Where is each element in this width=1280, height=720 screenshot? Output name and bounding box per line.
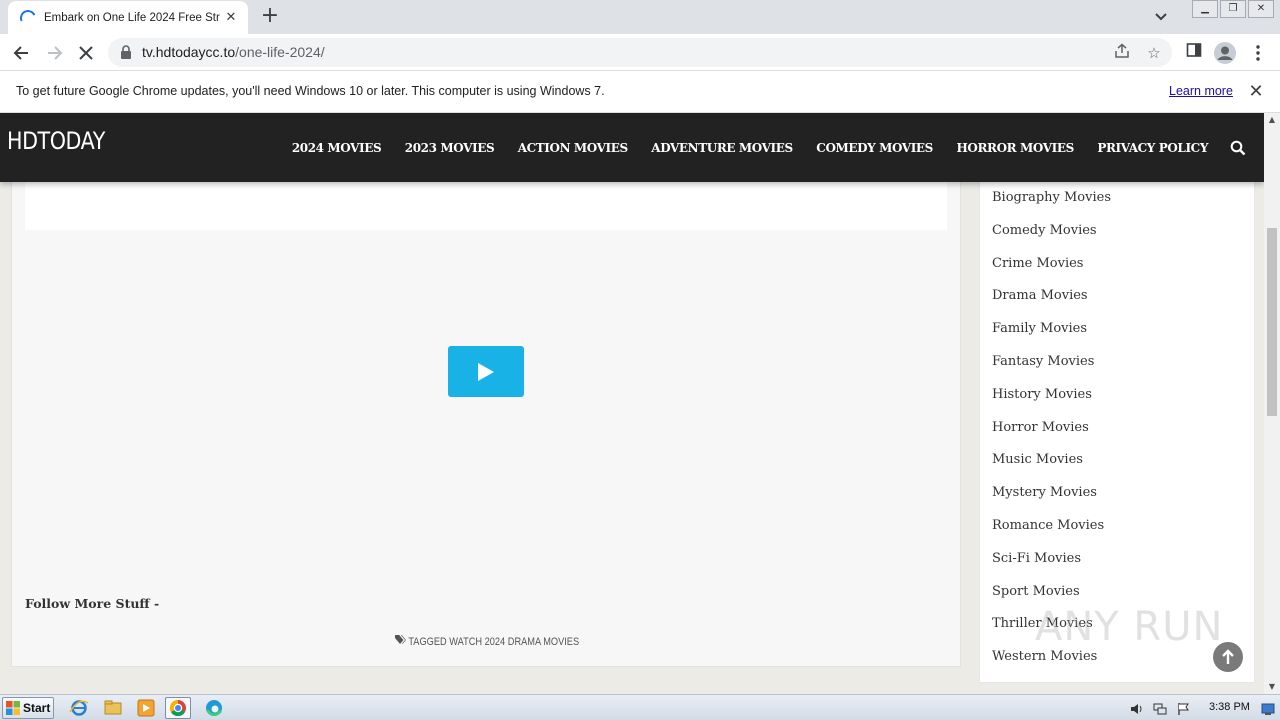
post-tags: TAGGED WATCH 2024 DRAMA MOVIES (395, 634, 579, 648)
tab-title: Embark on One Life 2024 Free Strea (44, 11, 220, 24)
tag-link-2024-drama[interactable]: WATCH 2024 DRAMA MOVIES (449, 636, 579, 648)
video-embed-area (25, 182, 947, 230)
page-viewport: HDTODAY 2024 MOVIES 2023 MOVIES ACTION M… (0, 113, 1264, 694)
site-header: HDTODAY 2024 MOVIES 2023 MOVIES ACTION M… (0, 113, 1264, 182)
back-arrow-icon[interactable] (11, 42, 33, 64)
category-comedy[interactable]: Comedy Movies (992, 222, 1111, 255)
browser-toolbar: tv.hdtodaycc.to/one-life-2024/ ☆ (0, 34, 1280, 71)
follow-more-stuff-text: Follow More Stuff - (25, 596, 160, 611)
category-drama[interactable]: Drama Movies (992, 287, 1111, 320)
menu-item-2023-movies[interactable]: 2023 MOVIES (405, 141, 495, 155)
category-crime[interactable]: Crime Movies (992, 255, 1111, 288)
category-family[interactable]: Family Movies (992, 320, 1111, 353)
category-fantasy[interactable]: Fantasy Movies (992, 353, 1111, 386)
window-close-icon[interactable]: ✕ (1248, 0, 1274, 18)
volume-icon[interactable] (1130, 701, 1144, 715)
url-text[interactable]: tv.hdtodaycc.to/one-life-2024/ (142, 44, 325, 60)
main-menu: 2024 MOVIES 2023 MOVIES ACTION MOVIES AD… (268, 113, 1246, 182)
show-desktop-icon[interactable] (1261, 701, 1275, 715)
system-tray: 3:38 PM (1120, 695, 1280, 720)
post-content-card: Follow More Stuff - TAGGED WATCH 2024 DR… (11, 153, 961, 667)
tab-strip: Embark on One Life 2024 Free Strea ✕ + ▁… (0, 0, 1280, 34)
stop-loading-icon[interactable] (75, 42, 97, 64)
site-logo[interactable]: HDTODAY (7, 127, 105, 155)
action-center-flag-icon[interactable] (1177, 701, 1191, 715)
minimize-icon[interactable]: ▁ (1192, 0, 1218, 18)
tab-search-chevron-icon[interactable] (1150, 8, 1172, 26)
category-sci-fi[interactable]: Sci-Fi Movies (992, 550, 1111, 583)
url-host: tv.hdtodaycc.to (142, 44, 236, 60)
category-music[interactable]: Music Movies (992, 451, 1111, 484)
forward-arrow-icon[interactable] (43, 42, 65, 64)
learn-more-link[interactable]: Learn more (1169, 84, 1233, 98)
anyrun-watermark: ANY RUN (1035, 604, 1224, 650)
category-romance[interactable]: Romance Movies (992, 517, 1111, 550)
scroll-down-arrow-icon[interactable]: ▼ (1264, 680, 1280, 694)
video-play-button[interactable] (448, 346, 524, 397)
play-icon (478, 363, 494, 381)
menu-item-comedy-movies[interactable]: COMEDY MOVIES (816, 141, 933, 155)
windows-logo-icon (6, 701, 20, 715)
arrow-up-icon (1222, 649, 1234, 664)
browser-menu-icon[interactable] (1247, 42, 1269, 64)
search-icon[interactable] (1230, 140, 1246, 156)
share-icon[interactable] (1112, 43, 1132, 63)
media-player-icon[interactable] (133, 697, 159, 719)
category-history[interactable]: History Movies (992, 386, 1111, 419)
windows-taskbar: Start 3:38 PM (0, 694, 1280, 720)
start-button[interactable]: Start (2, 697, 54, 719)
category-western[interactable]: Western Movies (992, 648, 1111, 681)
new-tab-button[interactable]: + (258, 5, 282, 28)
side-panel-icon[interactable] (1183, 42, 1205, 64)
category-horror[interactable]: Horror Movies (992, 419, 1111, 452)
profile-avatar-icon[interactable] (1214, 42, 1236, 64)
scroll-to-top-button[interactable] (1213, 642, 1243, 672)
edge-icon[interactable] (201, 697, 227, 719)
menu-item-horror-movies[interactable]: HORROR MOVIES (956, 141, 1074, 155)
tab-close-icon[interactable]: ✕ (222, 10, 240, 25)
category-biography[interactable]: Biography Movies (992, 189, 1111, 222)
taskbar-clock[interactable]: 3:38 PM (1209, 701, 1250, 713)
window-controls: ▁ ❐ ✕ (1190, 0, 1274, 20)
scrollbar-thumb[interactable] (1267, 228, 1277, 416)
loading-spinner-icon (17, 7, 39, 28)
restore-icon[interactable]: ❐ (1220, 0, 1246, 18)
chrome-taskbar-icon[interactable] (165, 697, 191, 719)
browser-tab[interactable]: Embark on One Life 2024 Free Strea ✕ (8, 1, 248, 34)
scroll-up-arrow-icon[interactable]: ▲ (1264, 113, 1280, 127)
bookmark-star-icon[interactable]: ☆ (1144, 43, 1164, 63)
infobar-close-icon[interactable]: ✕ (1248, 81, 1264, 102)
menu-item-adventure-movies[interactable]: ADVENTURE MOVIES (651, 141, 793, 155)
update-infobar: To get future Google Chrome updates, you… (0, 72, 1280, 113)
category-mystery[interactable]: Mystery Movies (992, 484, 1111, 517)
tags-icon (395, 635, 408, 648)
tags-prefix: TAGGED (408, 636, 447, 648)
url-path: /one-life-2024/ (235, 44, 325, 60)
menu-item-2024-movies[interactable]: 2024 MOVIES (292, 141, 382, 155)
start-label: Start (23, 701, 51, 715)
file-explorer-icon[interactable] (100, 697, 126, 719)
address-bar[interactable]: tv.hdtodaycc.to/one-life-2024/ ☆ (108, 38, 1172, 67)
lock-icon (121, 45, 131, 59)
menu-item-privacy-policy[interactable]: PRIVACY POLICY (1097, 141, 1208, 155)
network-icon[interactable] (1153, 701, 1167, 715)
internet-explorer-icon[interactable] (66, 697, 92, 719)
menu-item-action-movies[interactable]: ACTION MOVIES (518, 141, 628, 155)
infobar-message: To get future Google Chrome updates, you… (16, 84, 605, 98)
page-scrollbar[interactable]: ▲ ▼ (1264, 113, 1280, 694)
